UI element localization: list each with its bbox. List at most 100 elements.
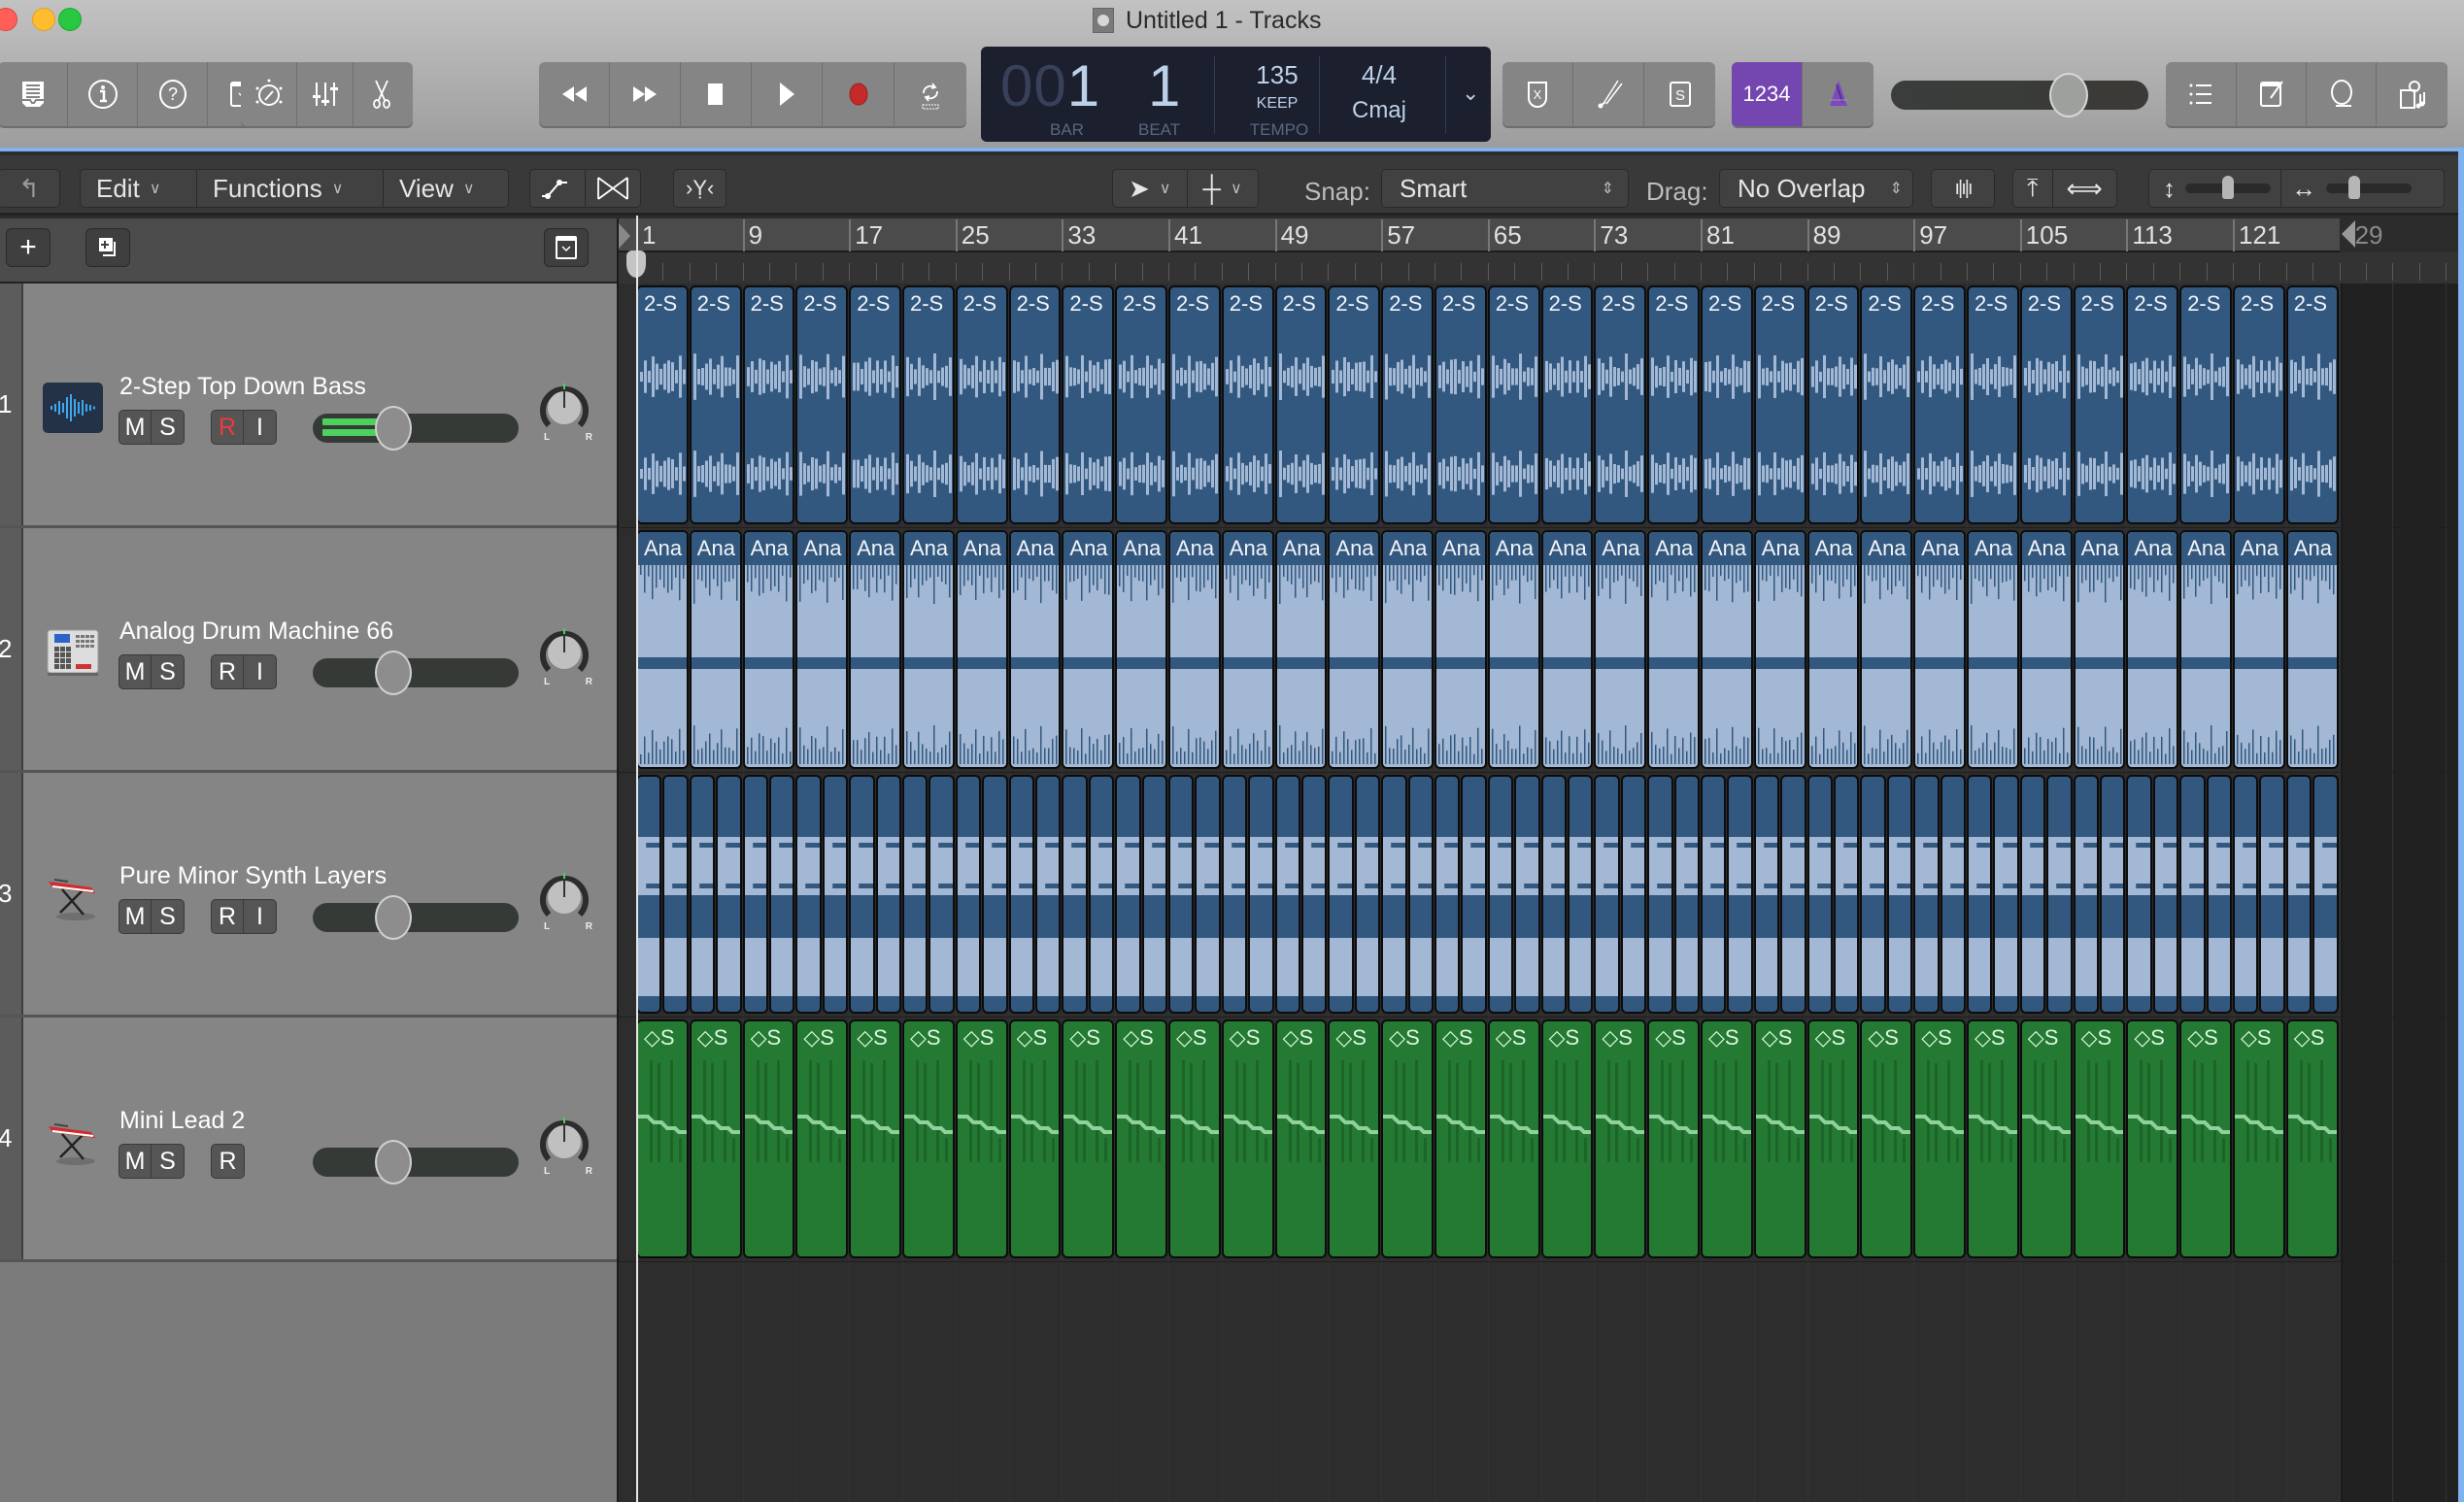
- synth-region[interactable]: [1328, 775, 1354, 1014]
- loop-browser-button[interactable]: [2307, 62, 2377, 126]
- audio-region[interactable]: 2-S: [902, 285, 955, 524]
- synth-region[interactable]: [2179, 775, 2206, 1014]
- audio-region[interactable]: 2-S: [1115, 285, 1167, 524]
- drum-region[interactable]: Ana: [1594, 530, 1647, 769]
- synth-region[interactable]: [1993, 775, 2019, 1014]
- drum-region[interactable]: Ana: [2073, 530, 2126, 769]
- midi-region[interactable]: ◇S: [1381, 1019, 1434, 1258]
- quick-help-button[interactable]: ?: [138, 62, 208, 126]
- audio-region[interactable]: 2-S: [1168, 285, 1221, 524]
- synth-region[interactable]: [1594, 775, 1620, 1014]
- synth-region[interactable]: [1727, 775, 1753, 1014]
- drum-region[interactable]: Ana: [1115, 530, 1167, 769]
- mixer-button[interactable]: [297, 62, 354, 126]
- midi-region[interactable]: ◇S: [849, 1019, 901, 1258]
- global-tracks-button[interactable]: [544, 228, 589, 267]
- ruler-bar-numbers[interactable]: 1 9 17 25 33 41 49 57 65 73 81 89 97 105 113 121 29: [619, 218, 2464, 252]
- solo-button[interactable]: S: [152, 1145, 184, 1178]
- horizontal-zoom-slider[interactable]: [2326, 176, 2412, 199]
- synth-region[interactable]: [1806, 775, 1833, 1014]
- synth-region[interactable]: [1195, 775, 1221, 1014]
- track-header[interactable]: 1 2-Step Top Down Bass MSRI LR: [0, 284, 617, 528]
- solo-button[interactable]: S: [152, 411, 184, 444]
- synth-region[interactable]: [1035, 775, 1062, 1014]
- pan-knob[interactable]: [537, 625, 591, 682]
- audio-region[interactable]: 2-S: [1062, 285, 1115, 524]
- horizontal-zoom-thumb[interactable]: [2347, 176, 2360, 199]
- synth-region[interactable]: [2100, 775, 2126, 1014]
- key-signature[interactable]: Cmaj: [1331, 97, 1428, 124]
- audio-region[interactable]: 2-S: [955, 285, 1008, 524]
- synth-region[interactable]: [2126, 775, 2152, 1014]
- volume-fader[interactable]: [313, 1140, 519, 1185]
- track-header[interactable]: 2 Analog Drum Machine 66 MSRI LR: [0, 528, 617, 773]
- drum-region[interactable]: Ana: [1540, 530, 1594, 769]
- synth-region[interactable]: [1168, 775, 1195, 1014]
- replace-button[interactable]: X: [1502, 62, 1573, 126]
- midi-region[interactable]: ◇S: [795, 1019, 849, 1258]
- midi-region[interactable]: ◇S: [1115, 1019, 1167, 1258]
- drum-region[interactable]: Ana: [2019, 530, 2073, 769]
- close-window-button[interactable]: [0, 8, 17, 31]
- record-enable-button[interactable]: R: [212, 411, 244, 444]
- track-name[interactable]: Analog Drum Machine 66: [119, 617, 393, 646]
- audio-region[interactable]: 2-S: [1913, 285, 1966, 524]
- view-menu[interactable]: View ∨: [384, 170, 508, 207]
- synth-region[interactable]: [2046, 775, 2073, 1014]
- synth-region[interactable]: [1540, 775, 1567, 1014]
- drum-region[interactable]: Ana: [1328, 530, 1381, 769]
- audio-region[interactable]: 2-S: [1860, 285, 1913, 524]
- volume-fader-thumb[interactable]: [375, 651, 412, 695]
- midi-region[interactable]: ◇S: [742, 1019, 795, 1258]
- keyboard-icon[interactable]: [43, 872, 103, 922]
- bar-ruler[interactable]: 1 9 17 25 33 41 49 57 65 73 81 89 97 105 113 121 29: [617, 218, 2464, 284]
- synth-region[interactable]: [1088, 775, 1115, 1014]
- synth-region[interactable]: [875, 775, 901, 1014]
- drum-region[interactable]: Ana: [2179, 530, 2232, 769]
- midi-region[interactable]: ◇S: [1487, 1019, 1540, 1258]
- midi-region[interactable]: ◇S: [1647, 1019, 1700, 1258]
- cycle-button[interactable]: [894, 62, 966, 126]
- midi-region[interactable]: ◇S: [1594, 1019, 1647, 1258]
- mute-button[interactable]: M: [119, 655, 152, 688]
- midi-region[interactable]: ◇S: [1274, 1019, 1328, 1258]
- drum-region[interactable]: Ana: [1274, 530, 1328, 769]
- synth-region[interactable]: [662, 775, 689, 1014]
- midi-region[interactable]: ◇S: [1540, 1019, 1594, 1258]
- drum-region[interactable]: Ana: [689, 530, 742, 769]
- pan-knob[interactable]: [537, 870, 591, 926]
- mute-button[interactable]: M: [119, 411, 152, 444]
- horizontal-fit-button[interactable]: ⟺: [2053, 170, 2116, 207]
- drum-machine-icon[interactable]: [43, 627, 103, 678]
- volume-fader[interactable]: [313, 651, 519, 695]
- synth-region[interactable]: [2073, 775, 2099, 1014]
- synth-region[interactable]: [982, 775, 1008, 1014]
- drum-region[interactable]: Ana: [1381, 530, 1434, 769]
- audio-region[interactable]: 2-S: [742, 285, 795, 524]
- vertical-fit-button[interactable]: ⤒: [2013, 170, 2053, 207]
- synth-region[interactable]: [1008, 775, 1034, 1014]
- midi-region[interactable]: ◇S: [2233, 1019, 2285, 1258]
- mute-button[interactable]: M: [119, 1145, 152, 1178]
- drum-region[interactable]: Ana: [742, 530, 795, 769]
- new-track-button[interactable]: +: [6, 228, 51, 267]
- audio-region[interactable]: 2-S: [1487, 285, 1540, 524]
- synth-region[interactable]: [1940, 775, 1966, 1014]
- record-button[interactable]: [823, 62, 894, 126]
- lcd-mode-chevron-icon[interactable]: ⌄: [1462, 81, 1479, 106]
- track-name[interactable]: 2-Step Top Down Bass: [119, 373, 366, 401]
- synth-region[interactable]: [2152, 775, 2179, 1014]
- audio-region[interactable]: 2-S: [849, 285, 901, 524]
- vertical-zoom-thumb[interactable]: [2222, 176, 2234, 199]
- audio-region[interactable]: 2-S: [795, 285, 849, 524]
- midi-region[interactable]: ◇S: [1860, 1019, 1913, 1258]
- record-enable-button[interactable]: R: [212, 1145, 244, 1178]
- drum-region[interactable]: Ana: [1753, 530, 1806, 769]
- record-enable-button[interactable]: R: [212, 655, 244, 688]
- drum-region[interactable]: Ana: [902, 530, 955, 769]
- audio-region[interactable]: 2-S: [2126, 285, 2179, 524]
- vertical-zoom-slider[interactable]: [2185, 176, 2271, 199]
- audio-region[interactable]: 2-S: [636, 285, 689, 524]
- midi-region[interactable]: ◇S: [902, 1019, 955, 1258]
- synth-region[interactable]: [1886, 775, 1913, 1014]
